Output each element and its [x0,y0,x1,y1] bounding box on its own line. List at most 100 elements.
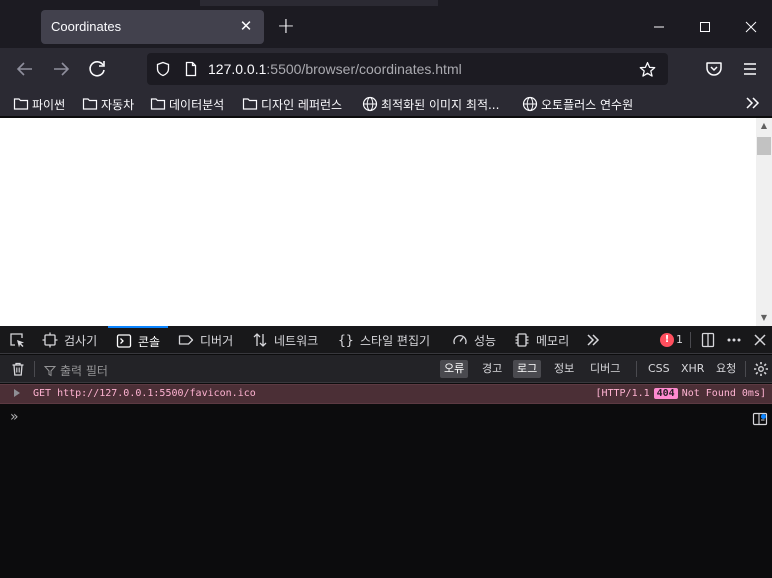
expand-arrow-icon[interactable] [14,389,20,397]
new-tab-button[interactable]: + [274,14,298,40]
arrow-left-icon [16,62,32,76]
console-message-error[interactable]: GET http://127.0.0.1:5500/favicon.ico [H… [0,384,772,404]
clear-console-button[interactable] [10,361,26,377]
editor-mode-button[interactable] [752,411,768,427]
console-input[interactable]: » [0,405,772,578]
filter-xhr-button[interactable]: XHR [677,360,708,378]
navigation-bar: 127.0.0.1:5500/browser/coordinates.html [0,48,772,90]
message-protocol: [HTTP/1.1 [595,388,650,399]
tab-label: 네트워크 [274,333,319,348]
bookmarks-overflow-button[interactable] [744,94,762,112]
console-filter-bar: 출력 필터 오류 경고 로그 정보 디버그 CSS XHR 요청 [0,355,772,383]
error-count[interactable]: 1 [676,333,683,346]
filter-icon [44,365,56,376]
chevron-double-right-icon [587,334,600,346]
tab-console[interactable]: 콘솔 [108,326,169,354]
pocket-button[interactable] [702,57,726,81]
folder-icon [13,98,29,110]
tab-network[interactable]: 네트워크 [252,326,318,354]
trash-icon [12,362,24,376]
bookmark-label: 자동차 [101,97,135,112]
console-settings-button[interactable] [753,361,769,377]
more-options-icon [727,338,741,342]
pocket-icon [706,62,722,76]
devtools-options-button[interactable] [726,332,742,348]
filter-errors-button[interactable]: 오류 [440,360,469,378]
bookmark-item[interactable]: 최적화된 이미지 최적... [362,94,499,114]
bookmark-label: 디자인 레퍼런스 [261,97,343,112]
network-icon [253,333,267,347]
tab-performance[interactable]: 성능 [452,326,496,354]
close-tab-icon[interactable]: ✕ [236,16,256,36]
shield-icon [156,61,170,77]
page-icon [185,61,197,77]
tab-memory[interactable]: 메모리 [514,326,569,354]
debugger-icon [178,335,194,345]
bookmark-item[interactable]: 디자인 레퍼런스 [242,94,342,114]
tab-inspector[interactable]: 검사기 [42,326,97,354]
maximize-button[interactable] [690,12,720,42]
tab-style-editor[interactable]: {} 스타일 편집기 [338,326,430,354]
message-status: [HTTP/1.1 404 Not Found 0ms] [595,388,766,399]
browser-window: Coordinates ✕ + 127.0.0.1:5500/browser/c… [0,0,772,578]
filter-requests-button[interactable]: 요청 [712,360,740,378]
filter-debug-button[interactable]: 디버그 [586,360,624,378]
close-icon [754,334,766,346]
reload-button[interactable] [85,57,109,81]
element-picker-button[interactable] [9,332,25,348]
close-icon [745,21,757,33]
tab-label: 디버거 [200,333,234,348]
filter-warnings-button[interactable]: 경고 [478,360,506,378]
performance-icon [453,334,467,345]
toolbar-divider [690,332,691,348]
error-count-icon[interactable]: ! [660,333,674,347]
chevron-double-right-icon [746,97,760,109]
url-path: :5500/browser/coordinates.html [266,61,462,77]
dock-side-icon [701,332,715,348]
maximize-icon [700,22,710,32]
gear-icon [754,362,768,376]
scroll-down-icon[interactable]: ▼ [759,313,769,323]
filter-placeholder: 출력 필터 [60,364,108,378]
star-icon[interactable] [639,61,656,78]
filter-css-button[interactable]: CSS [644,360,674,378]
tab-label: 메모리 [536,333,570,348]
back-button[interactable] [13,57,37,81]
page-viewport[interactable] [0,118,756,326]
tab-bar: Coordinates ✕ + [0,6,772,48]
url-text: 127.0.0.1:5500/browser/coordinates.html [208,61,462,77]
editor-mode-icon [752,412,768,426]
notification-dot [761,414,766,419]
folder-icon [82,98,98,110]
bookmark-item[interactable]: 데이터분석 [150,94,224,114]
inspector-icon [42,332,58,348]
tab-coordinates[interactable]: Coordinates ✕ [41,10,264,44]
bookmark-item[interactable]: 오토플러스 연수원 [522,94,633,114]
filter-input[interactable]: 출력 필터 [44,362,108,379]
tab-label: 콘솔 [138,334,161,349]
url-bar[interactable]: 127.0.0.1:5500/browser/coordinates.html [147,53,668,85]
bookmarks-toolbar: 파이썬 자동차 데이터분석 디자인 레퍼런스 최적화된 이미지 최적... 오토… [0,90,772,117]
tab-title: Coordinates [51,19,122,34]
menu-button[interactable] [738,57,762,81]
minimize-button[interactable] [644,12,674,42]
close-devtools-button[interactable] [752,332,768,348]
console-icon [116,334,132,348]
globe-icon [362,96,378,112]
scrollbar-thumb[interactable] [757,137,771,155]
minimize-icon [654,26,664,28]
more-tools-button[interactable] [585,332,601,348]
tab-label: 스타일 편집기 [360,333,431,348]
bookmark-item[interactable]: 자동차 [82,94,134,114]
filter-logs-button[interactable]: 로그 [513,360,542,378]
forward-button[interactable] [49,57,73,81]
close-window-button[interactable] [736,12,766,42]
tab-debugger[interactable]: 디버거 [178,326,233,354]
message-text: GET http://127.0.0.1:5500/favicon.ico [33,388,256,399]
dock-toggle-button[interactable] [700,332,716,348]
scroll-up-icon[interactable]: ▲ [759,121,769,131]
page-scrollbar[interactable]: ▲ ▼ [756,118,772,326]
bookmark-label: 오토플러스 연수원 [541,97,634,112]
bookmark-item[interactable]: 파이썬 [13,94,65,114]
filter-info-button[interactable]: 정보 [550,360,578,378]
